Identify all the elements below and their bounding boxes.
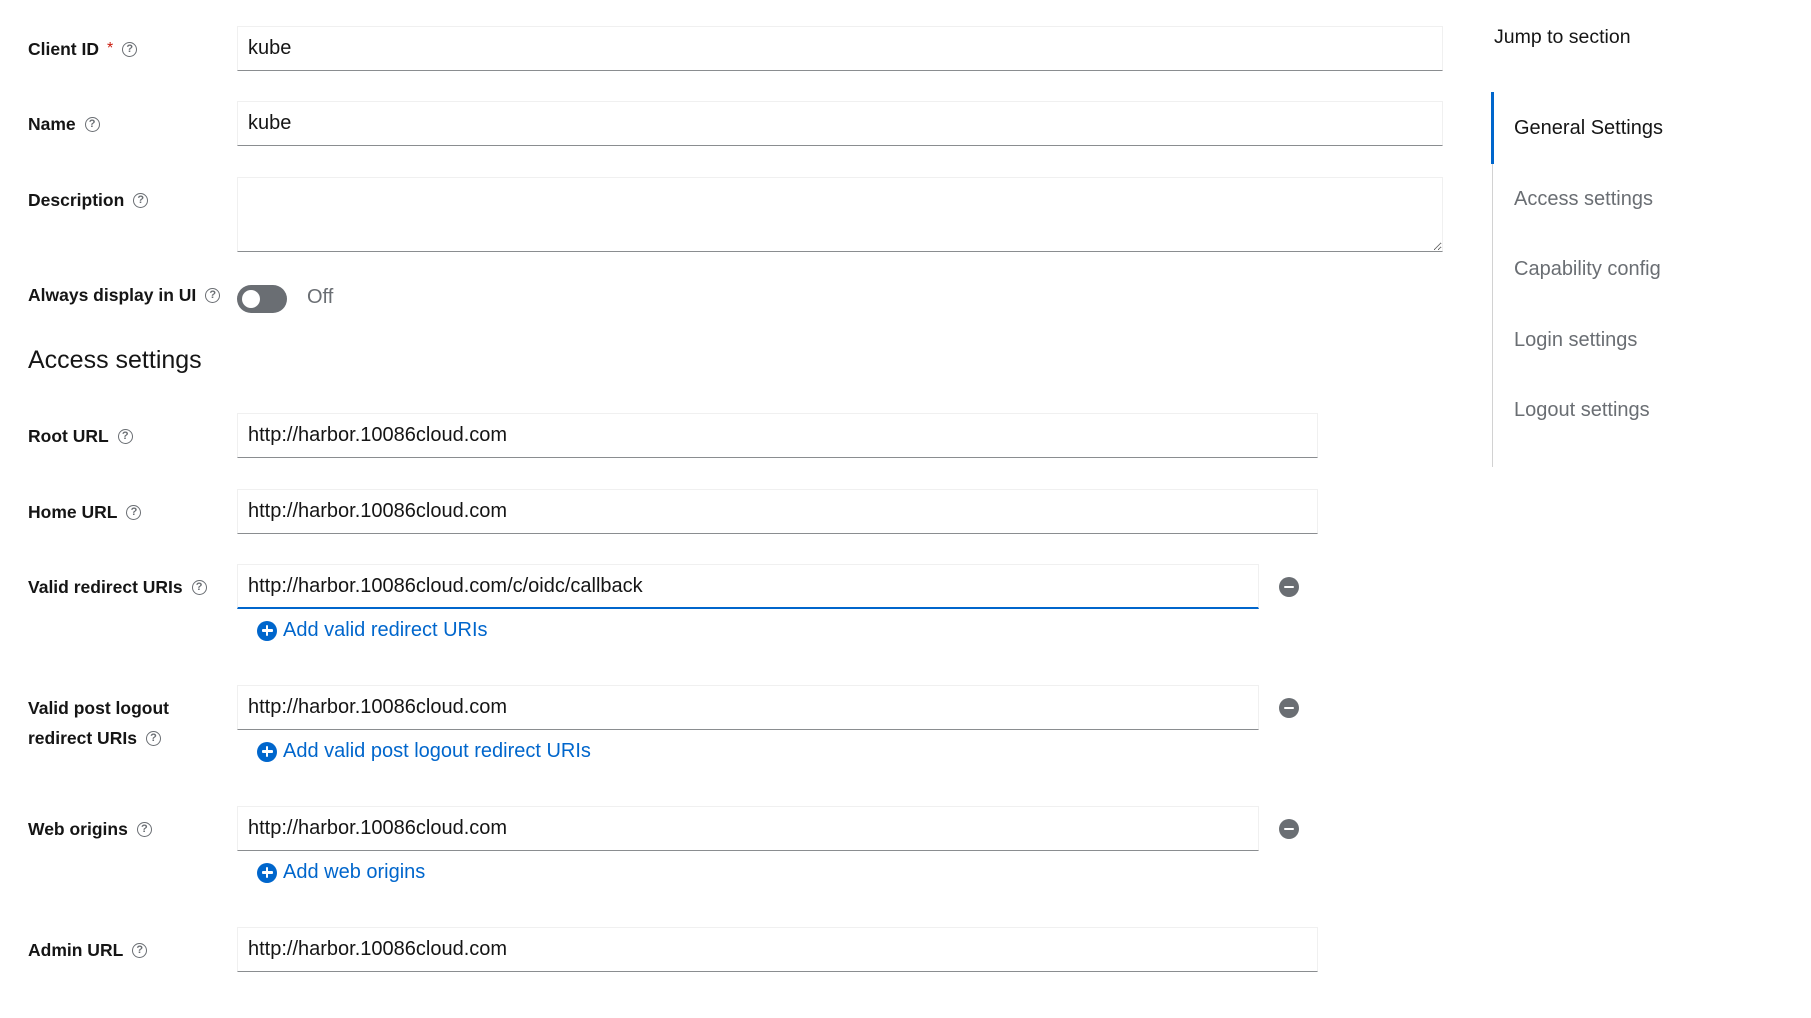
add-redirect-uri-label: Add valid redirect URIs <box>283 619 488 641</box>
help-icon[interactable]: ? <box>133 192 149 208</box>
post-logout-uri-input[interactable] <box>237 685 1259 730</box>
redirect-uris-label: Valid redirect URIs ? <box>28 572 207 602</box>
root-url-label: Root URL ? <box>28 421 133 451</box>
help-icon[interactable]: ? <box>145 730 161 746</box>
jump-item-logout-settings[interactable]: Logout settings <box>1514 399 1650 422</box>
help-icon[interactable]: ? <box>191 579 207 595</box>
name-label: Name ? <box>28 109 100 139</box>
help-icon[interactable]: ? <box>136 821 152 837</box>
add-post-logout-uri-label: Add valid post logout redirect URIs <box>283 740 591 762</box>
required-mark: * <box>106 40 114 57</box>
home-url-input[interactable] <box>237 489 1318 534</box>
plus-circle-icon <box>257 862 277 883</box>
toggle-state-text: Off <box>307 286 334 308</box>
post-logout-label-text1: Valid post logout <box>28 698 169 718</box>
remove-redirect-uri-icon[interactable] <box>1279 577 1299 597</box>
client-id-label-text: Client ID <box>28 39 99 59</box>
post-logout-label-line2: redirect URIs ? <box>28 723 161 753</box>
remove-post-logout-uri-icon[interactable] <box>1279 698 1299 718</box>
add-web-origin-label: Add web origins <box>283 861 426 883</box>
admin-url-label: Admin URL ? <box>28 935 148 965</box>
root-url-label-text: Root URL <box>28 426 109 446</box>
jump-to-section-title: Jump to section <box>1494 26 1631 48</box>
add-web-origin-button[interactable]: Add web origins <box>257 861 425 884</box>
post-logout-label-line1: Valid post logout <box>28 693 169 723</box>
admin-url-input[interactable] <box>237 927 1318 972</box>
plus-circle-icon <box>257 741 277 762</box>
always-display-label: Always display in UI ? <box>28 280 221 310</box>
admin-url-label-text: Admin URL <box>28 940 124 960</box>
client-id-input[interactable] <box>237 26 1443 71</box>
description-label: Description ? <box>28 185 149 215</box>
name-label-text: Name <box>28 114 76 134</box>
jump-item-general-settings[interactable]: General Settings <box>1514 117 1663 140</box>
always-display-label-text: Always display in UI <box>28 285 197 305</box>
name-input[interactable] <box>237 101 1443 146</box>
post-logout-label-text2: redirect URIs <box>28 728 137 748</box>
help-icon[interactable]: ? <box>132 942 148 958</box>
help-icon[interactable]: ? <box>122 41 138 57</box>
jump-item-capability-config[interactable]: Capability config <box>1514 258 1661 281</box>
help-icon[interactable]: ? <box>205 287 221 303</box>
redirect-uri-input[interactable] <box>237 564 1259 609</box>
redirect-uris-label-text: Valid redirect URIs <box>28 577 183 597</box>
remove-web-origin-icon[interactable] <box>1279 819 1299 839</box>
help-icon[interactable]: ? <box>126 504 142 520</box>
description-textarea[interactable] <box>237 177 1443 252</box>
jump-nav-active-indicator <box>1491 92 1494 164</box>
web-origins-input[interactable] <box>237 806 1259 851</box>
plus-circle-icon <box>257 620 277 641</box>
always-display-toggle[interactable] <box>237 285 287 313</box>
help-icon[interactable]: ? <box>84 116 100 132</box>
add-post-logout-uri-button[interactable]: Add valid post logout redirect URIs <box>257 740 591 763</box>
jump-item-login-settings[interactable]: Login settings <box>1514 329 1637 352</box>
help-icon[interactable]: ? <box>117 428 133 444</box>
add-redirect-uri-button[interactable]: Add valid redirect URIs <box>257 619 488 642</box>
root-url-input[interactable] <box>237 413 1318 458</box>
description-label-text: Description <box>28 190 125 210</box>
web-origins-label-text: Web origins <box>28 819 128 839</box>
home-url-label-text: Home URL <box>28 502 118 522</box>
access-settings-title: Access settings <box>28 346 202 374</box>
jump-item-access-settings[interactable]: Access settings <box>1514 188 1653 211</box>
toggle-knob <box>242 290 260 308</box>
home-url-label: Home URL ? <box>28 497 142 527</box>
web-origins-label: Web origins ? <box>28 814 152 844</box>
client-id-label: Client ID * ? <box>28 34 138 64</box>
